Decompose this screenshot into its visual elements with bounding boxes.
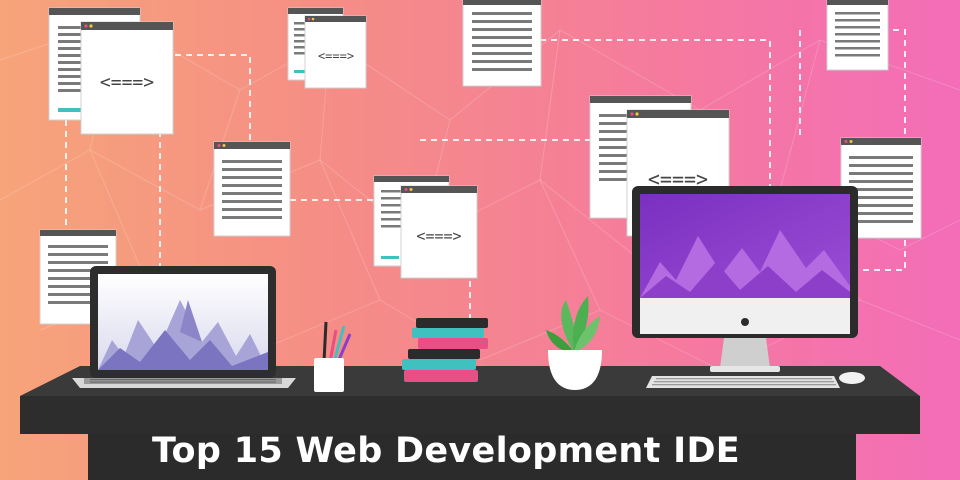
doc-card: [462, 0, 542, 87]
potted-plant: [546, 296, 602, 390]
code-icon: <===>: [100, 72, 154, 93]
laptop: [72, 266, 296, 388]
code-window-card: <===>: [304, 15, 367, 89]
code-window-card: <===>: [80, 21, 174, 135]
code-icon: <===>: [416, 227, 461, 245]
doc-card: [826, 0, 889, 71]
banner-title: Top 15 Web Development IDE: [152, 431, 740, 471]
doc-card: [213, 141, 291, 237]
desktop-monitor: [632, 186, 858, 372]
code-icon: <===>: [318, 49, 354, 63]
code-window-card: <===>: [400, 185, 478, 279]
banner-illustration: <===> <===> <===> <===> Top 15 Web Devel…: [0, 0, 960, 480]
mouse: [839, 372, 865, 384]
book-stack: [402, 318, 488, 382]
keyboard: [646, 376, 840, 388]
